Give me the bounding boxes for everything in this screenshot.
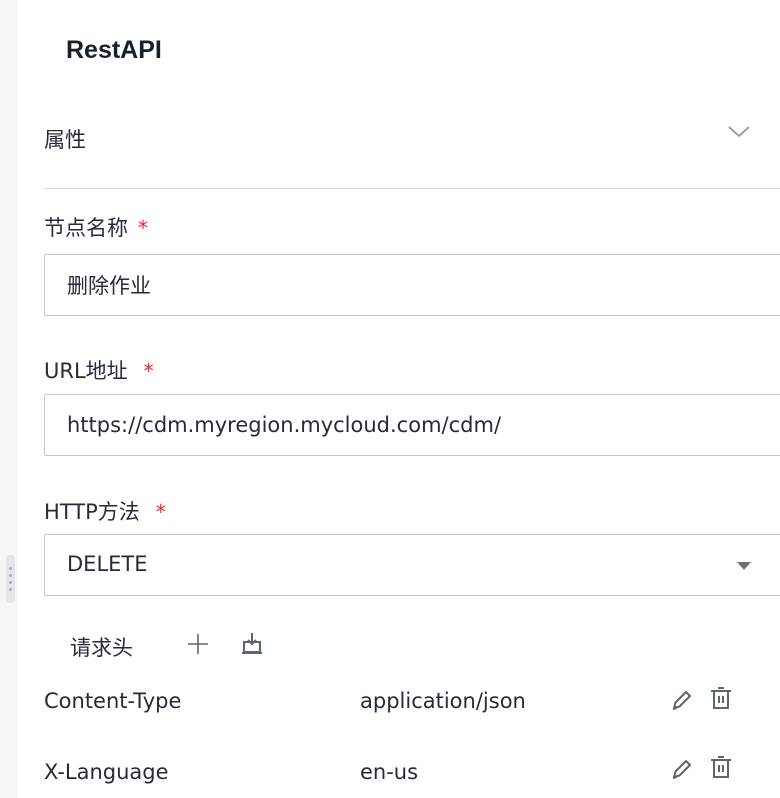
url-label: URL地址 * (44, 355, 154, 385)
required-asterisk: * (138, 216, 148, 240)
delete-icon[interactable] (708, 755, 734, 781)
section-divider (44, 188, 780, 189)
import-icon[interactable] (240, 631, 264, 657)
header-key: Content-Type (44, 689, 182, 713)
request-headers-title: 请求头 (70, 636, 133, 660)
edit-icon[interactable] (670, 688, 694, 712)
panel-resize-handle[interactable] (6, 555, 15, 603)
section-title: 属性 (44, 128, 86, 152)
node-name-input[interactable] (44, 254, 780, 316)
delete-icon[interactable] (708, 686, 734, 712)
left-gutter (0, 0, 18, 798)
http-method-label: HTTP方法 * (44, 496, 166, 526)
node-name-label-text: 节点名称 (44, 216, 128, 240)
header-value: en-us (360, 760, 419, 784)
url-input[interactable] (44, 394, 780, 456)
caret-down-icon (737, 562, 751, 570)
restapi-node-properties-panel: RestAPI 属性 节点名称 * URL地址 * HTTP方法 * DELETE 请… (0, 0, 780, 798)
header-value: application/json (360, 689, 526, 713)
node-name-label: 节点名称 * (44, 212, 148, 242)
properties-section-header[interactable]: 属性 (44, 124, 780, 170)
http-method-select[interactable]: DELETE (44, 534, 780, 596)
chevron-down-icon[interactable] (726, 118, 752, 144)
http-method-label-text: HTTP方法 (44, 500, 140, 524)
edit-icon[interactable] (670, 757, 694, 781)
panel-title: RestAPI (66, 36, 162, 64)
url-label-text: URL地址 (44, 359, 128, 383)
required-asterisk: * (143, 359, 154, 383)
plus-icon[interactable] (186, 632, 210, 656)
http-method-selected-value: DELETE (67, 552, 148, 576)
header-key: X-Language (44, 760, 169, 784)
required-asterisk: * (155, 500, 166, 524)
